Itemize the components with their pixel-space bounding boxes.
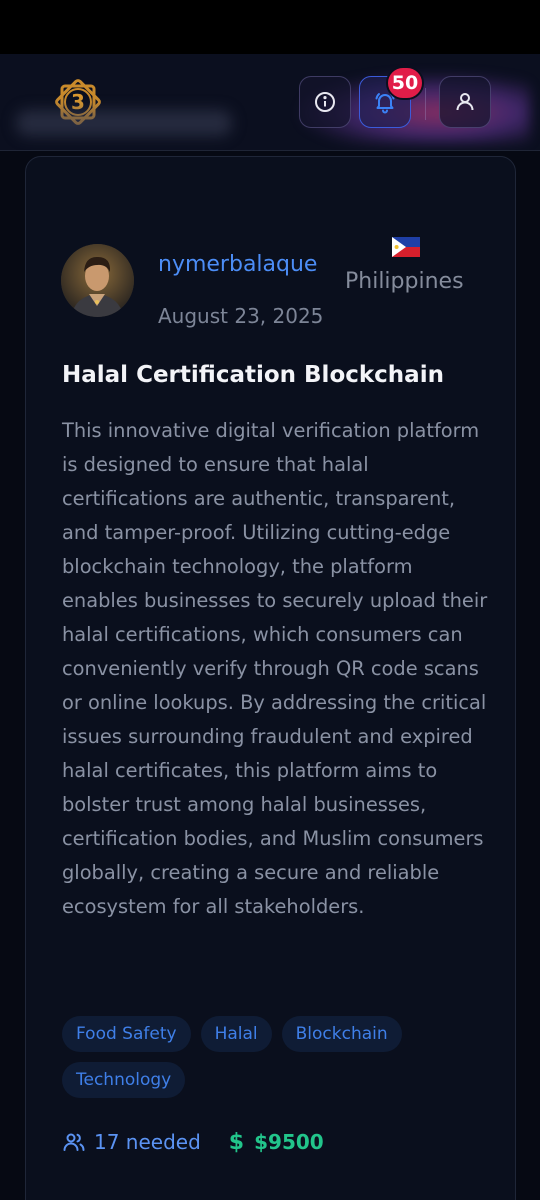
tag-food-safety[interactable]: Food Safety [62,1016,191,1052]
app-header: 3 50 [0,54,540,151]
avatar[interactable] [61,244,134,317]
budget-amount: $9500 [254,1130,324,1154]
post-date: August 23, 2025 [158,304,324,328]
tag-blockchain[interactable]: Blockchain [281,1016,402,1052]
blurred-app-name [16,110,232,136]
people-needed-label: 17 needed [94,1130,201,1154]
users-icon [63,1133,85,1151]
info-button[interactable] [299,76,351,128]
country-label: Philippines [345,269,464,294]
project-stats: 17 needed $ $9500 [62,1128,324,1156]
header-divider [425,88,426,120]
tag-list: Food Safety Halal Blockchain Technology [62,1016,502,1098]
people-needed: 17 needed [62,1130,201,1154]
user-icon [456,93,474,111]
project-description: This innovative digital verification pla… [62,419,488,918]
status-bar [0,0,540,54]
project-title: Halal Certification Blockchain [62,362,444,388]
author-username[interactable]: nymerbalaque [158,252,317,277]
notification-count-badge: 50 [386,66,424,100]
info-icon [315,92,335,112]
philippines-flag-icon [392,237,420,257]
profile-button[interactable] [439,76,491,128]
dollar-icon: $ [228,1129,245,1155]
tag-technology[interactable]: Technology [62,1062,186,1098]
tag-halal[interactable]: Halal [200,1016,272,1052]
budget: $ $9500 [229,1130,324,1155]
